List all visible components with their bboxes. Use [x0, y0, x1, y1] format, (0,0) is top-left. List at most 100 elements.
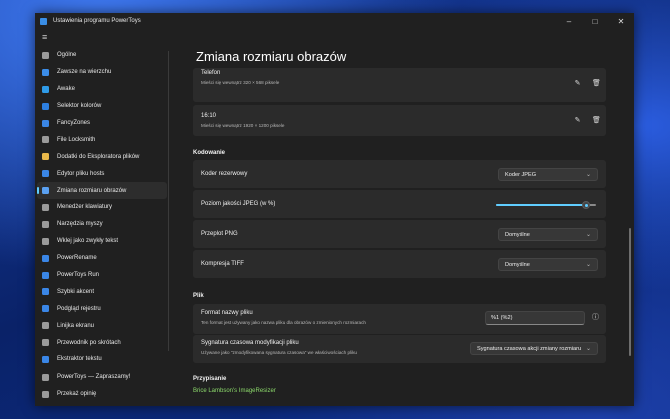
sidebar-item-label: Ekstraktor tekstu [57, 356, 102, 363]
sidebar-item-welcome[interactable]: PowerToys — Zapraszamy! [35, 369, 169, 386]
jpeg-quality-slider[interactable] [496, 201, 596, 209]
hosts-icon [42, 170, 49, 178]
timestamp-dropdown[interactable]: Sygnatura czasowa akcji zmiany rozmiaru ⌄ [470, 342, 598, 355]
sidebar-item-rename[interactable]: PowerRename [35, 250, 169, 267]
sidebar-item-label: Selektor kolorów [57, 103, 102, 110]
rename-icon [42, 254, 49, 262]
welcome-icon [42, 373, 49, 381]
sidebar-item-shortcut-guide[interactable]: Przewodnik po skrótach [35, 334, 169, 351]
sidebar-item-label: Linijka ekranu [57, 322, 95, 329]
sidebar-item-coffee[interactable]: Awake [35, 81, 169, 98]
jpeg-quality-label: Poziom jakości JPEG (w %) [201, 201, 276, 207]
fallback-encoder-row: Koder rezerwowy Koder JPEG ⌄ [193, 160, 606, 188]
hamburger-menu-icon[interactable]: ≡ [42, 33, 50, 42]
slider-fill [496, 204, 586, 206]
sidebar-item-lock[interactable]: File Locksmith [35, 131, 169, 148]
fallback-encoder-label: Koder rezerwowy [201, 171, 248, 177]
filename-format-row: Format nazwy pliku Ten format jest używa… [193, 304, 606, 334]
tiff-compression-row: Kompresja TIFF Domyślne ⌄ [193, 250, 606, 278]
content-pane: Zmiana rozmiaru obrazów Telefon Mieści s… [185, 13, 634, 406]
fancyzones-icon [42, 119, 49, 127]
preset-card-phone: Telefon Mieści się wewnątrz 320 × 568 pi… [193, 68, 606, 102]
sidebar-item-pin[interactable]: Zawsze na wierzchu [35, 64, 169, 81]
timestamp-label: Sygnatura czasowa modyfikacji pliku [201, 340, 299, 346]
timestamp-row: Sygnatura czasowa modyfikacji pliku Używ… [193, 335, 606, 363]
color-picker-icon [42, 102, 49, 110]
coffee-icon [42, 85, 49, 93]
navigation-footer: PowerToys — Zapraszamy! Przekaż opinię [35, 369, 169, 403]
edit-icon[interactable]: ✎ [573, 116, 582, 125]
attribution-link[interactable]: Brice Lambson's ImageResizer [193, 388, 276, 394]
page-title: Zmiana rozmiaru obrazów [196, 49, 347, 64]
window-title: Ustawienia programu PowerToys [53, 18, 141, 24]
png-interlace-row: Przeplot PNG Domyślne ⌄ [193, 220, 606, 248]
chevron-down-icon: ⌄ [585, 172, 591, 178]
text-extractor-icon [42, 355, 49, 363]
paste-icon [42, 237, 49, 245]
fallback-encoder-dropdown[interactable]: Koder JPEG ⌄ [498, 168, 598, 181]
sidebar-item-label: Edytor pliku hosts [57, 170, 105, 177]
sidebar-item-color-picker[interactable]: Selektor kolorów [35, 98, 169, 115]
filename-format-desc: Ten format jest używany jako nazwa pliku… [201, 320, 366, 325]
sidebar-item-label: Menedżer klawiatury [57, 204, 113, 211]
image-resizer-icon [42, 187, 49, 195]
sidebar-item-label: Wklej jako zwykły tekst [57, 238, 119, 245]
preset-desc: Mieści się wewnątrz 1920 × 1200 piksele [201, 123, 285, 128]
preset-name: Telefon [201, 70, 221, 76]
tiff-compression-dropdown[interactable]: Domyślne ⌄ [498, 258, 598, 271]
filename-format-label: Format nazwy pliku [201, 310, 253, 316]
settings-window: Ustawienia programu PowerToys – □ ✕ ≡ Og… [35, 13, 634, 406]
png-interlace-dropdown[interactable]: Domyślne ⌄ [498, 228, 598, 241]
feedback-icon [42, 390, 49, 398]
sidebar-item-label: Awake [57, 86, 75, 93]
folder-icon [42, 153, 49, 161]
gear-icon [42, 51, 49, 59]
sidebar-item-hosts[interactable]: Edytor pliku hosts [35, 165, 169, 182]
sidebar-item-registry[interactable]: Podgląd rejestru [35, 300, 169, 317]
sidebar-item-label: Podgląd rejestru [57, 305, 101, 312]
section-header-attribution: Przypisanie [193, 376, 227, 382]
tiff-compression-label: Kompresja TIFF [201, 261, 244, 267]
section-header-encoding: Kodowanie [193, 150, 226, 156]
timestamp-desc: Używane jako "zmodyfikowana sygnatura cz… [201, 350, 357, 355]
sidebar-item-fancyzones[interactable]: FancyZones [35, 115, 169, 132]
sidebar-item-label: Zmiana rozmiaru obrazów [57, 187, 127, 194]
delete-icon[interactable]: 🗑 [592, 79, 601, 88]
sidebar-item-label: Przewodnik po skrótach [57, 339, 121, 346]
sidebar-item-label: FancyZones [57, 120, 91, 126]
chevron-down-icon: ⌄ [585, 262, 591, 268]
sidebar-item-text-extractor[interactable]: Ekstraktor tekstu [35, 351, 169, 368]
sidebar-item-accent[interactable]: Szybki akcent [35, 283, 169, 300]
section-header-file: Plik [193, 293, 204, 299]
ruler-icon [42, 322, 49, 330]
sidebar-item-paste[interactable]: Wklej jako zwykły tekst [35, 233, 169, 250]
keyboard-icon [42, 203, 49, 211]
sidebar-item-label: File Locksmith [57, 136, 96, 143]
chevron-down-icon: ⌄ [585, 232, 591, 238]
sidebar-item-mouse[interactable]: Narzędzia myszy [35, 216, 169, 233]
sidebar-item-feedback[interactable]: Przekaż opinię [35, 386, 169, 403]
sidebar-item-gear[interactable]: Ogólne [35, 47, 169, 64]
powertoys-app-icon [40, 17, 47, 25]
scrollbar[interactable] [629, 228, 631, 356]
sidebar-item-label: Dodatki do Eksploratora plików [57, 153, 140, 160]
slider-thumb[interactable] [582, 201, 590, 209]
preset-desc: Mieści się wewnątrz 320 × 568 piksele [201, 80, 280, 85]
shortcut-guide-icon [42, 339, 49, 347]
edit-icon[interactable]: ✎ [573, 79, 582, 88]
sidebar-item-run[interactable]: PowerToys Run [35, 267, 169, 284]
mouse-icon [42, 220, 49, 228]
delete-icon[interactable]: 🗑 [592, 116, 601, 125]
sidebar-item-ruler[interactable]: Linijka ekranu [35, 317, 169, 334]
sidebar-item-image-resizer[interactable]: Zmiana rozmiaru obrazów [37, 182, 167, 200]
info-icon[interactable]: ⓘ [591, 313, 600, 322]
sidebar-item-label: Zawsze na wierzchu [57, 69, 112, 76]
sidebar-item-label: Narzędzia myszy [57, 221, 103, 228]
sidebar-item-label: Ogólne [57, 52, 77, 59]
preset-name: 16:10 [201, 113, 217, 119]
sidebar-item-folder[interactable]: Dodatki do Eksploratora plików [35, 148, 169, 165]
nav-divider [168, 51, 169, 351]
sidebar-item-keyboard[interactable]: Menedżer klawiatury [35, 199, 169, 216]
filename-format-input[interactable]: %1 (%2) [485, 311, 585, 325]
navigation-pane: Ogólne Zawsze na wierzchu Awake Selektor ko… [35, 47, 169, 368]
